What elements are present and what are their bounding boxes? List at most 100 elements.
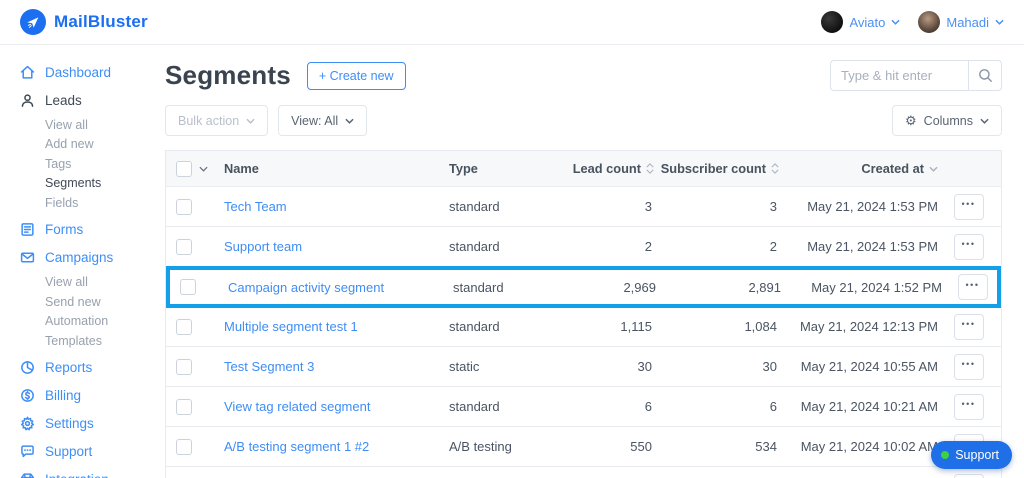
user-label: Mahadi <box>946 14 989 30</box>
main-content: Segments + Create new Bulk action View: … <box>165 45 1024 478</box>
create-new-button[interactable]: + Create new <box>306 61 406 90</box>
lead-count: 3 <box>644 199 652 214</box>
subscriber-count: 1,084 <box>744 319 777 334</box>
segment-link[interactable]: Support team <box>224 239 302 254</box>
row-actions-button[interactable]: ••• <box>953 353 984 380</box>
segment-link[interactable]: Tech Team <box>224 199 287 214</box>
brand-name: MailBluster <box>54 12 148 31</box>
table-row: Test Segment 3 static 30 30 May 21, 2024… <box>166 347 1001 387</box>
chevron-down-icon <box>980 118 989 124</box>
sidebar-item-forms[interactable]: Forms <box>20 216 165 244</box>
sort-icon <box>771 163 779 174</box>
sidebar-item-leads-tags[interactable]: Tags <box>20 154 165 174</box>
search-icon <box>978 69 992 82</box>
row-checkbox[interactable] <box>176 358 192 375</box>
table-row: A/B testing segment 1 #2 A/B testing 550… <box>166 427 1001 467</box>
chat-icon <box>21 445 34 458</box>
segment-link[interactable]: Test Segment 3 <box>224 359 314 374</box>
segment-link[interactable]: Campaign activity segment <box>228 280 384 295</box>
form-icon <box>21 223 34 236</box>
sidebar-item-leads-add-new[interactable]: Add new <box>20 135 165 155</box>
workspace-label: Aviato <box>849 14 886 30</box>
lead-count: 6 <box>644 399 652 414</box>
row-actions-button[interactable]: ••• <box>957 274 988 300</box>
created-at: May 21, 2024 10:21 AM <box>800 399 938 414</box>
table-row: Multiple segment test 1 standard 1,115 1… <box>166 307 1001 347</box>
row-checkbox[interactable] <box>176 398 192 415</box>
sidebar-item-leads[interactable]: Leads <box>20 86 165 114</box>
lead-count: 2 <box>644 239 652 254</box>
sidebar-item-reports[interactable]: Reports <box>20 354 165 382</box>
sidebar-item-billing[interactable]: Billing <box>20 382 165 410</box>
table-header-row: Name Type Lead count Subscriber count Cr… <box>166 151 1001 187</box>
row-actions-button[interactable]: ••• <box>953 193 984 220</box>
segment-link[interactable]: A/B testing segment 1 #2 <box>224 439 369 454</box>
support-chat-button[interactable]: Support <box>931 441 1012 469</box>
table-row: Tech Team standard 3 3 May 21, 2024 1:53… <box>166 187 1001 227</box>
row-actions-button[interactable]: ••• <box>953 233 984 260</box>
segment-type: standard <box>453 279 504 295</box>
gear-icon <box>20 416 35 431</box>
segment-link[interactable]: View tag related segment <box>224 399 370 414</box>
subscriber-count: 30 <box>762 359 777 374</box>
table-row-highlighted: Campaign activity segment standard 2,969… <box>166 266 1001 308</box>
sidebar-item-settings[interactable]: Settings <box>20 410 165 438</box>
sidebar-item-campaigns-send-new[interactable]: Send new <box>20 292 165 312</box>
segment-type: standard <box>449 319 500 334</box>
column-header-subscriber-count[interactable]: Subscriber count <box>654 161 779 176</box>
sidebar-item-integration[interactable]: Integration <box>20 466 165 478</box>
created-at: May 21, 2024 1:53 PM <box>807 199 938 214</box>
sidebar-item-campaigns[interactable]: Campaigns <box>20 244 165 272</box>
row-actions-button[interactable]: ••• <box>953 313 984 340</box>
home-icon <box>20 65 35 79</box>
segment-type: static <box>449 359 480 374</box>
column-header-name[interactable]: Name <box>214 161 444 176</box>
row-checkbox[interactable] <box>176 318 192 335</box>
subscriber-count: 6 <box>769 399 777 414</box>
row-checkbox[interactable] <box>176 238 192 255</box>
row-checkbox[interactable] <box>176 198 192 215</box>
user-menu[interactable]: Mahadi <box>918 11 1004 33</box>
pie-chart-icon <box>21 361 34 374</box>
lead-count: 2,969 <box>623 279 656 295</box>
sidebar-item-dashboard[interactable]: Dashboard <box>20 58 165 86</box>
sidebar-item-campaigns-view-all[interactable]: View all <box>20 273 165 293</box>
workspace-menu[interactable]: Aviato <box>821 11 900 33</box>
row-actions-button[interactable]: ••• <box>953 474 984 478</box>
sidebar-item-support[interactable]: Support <box>20 438 165 466</box>
view-filter-dropdown[interactable]: View: All <box>278 105 368 136</box>
sidebar-item-campaigns-templates[interactable]: Templates <box>20 331 165 351</box>
row-checkbox[interactable] <box>180 279 196 295</box>
subscriber-count: 3 <box>769 199 777 214</box>
column-header-lead-count[interactable]: Lead count <box>569 161 654 176</box>
sidebar-item-leads-view-all[interactable]: View all <box>20 115 165 135</box>
lead-count: 550 <box>630 439 652 454</box>
select-options-chevron-icon[interactable] <box>199 166 208 172</box>
search-input[interactable] <box>830 60 968 91</box>
column-header-created-at[interactable]: Created at <box>779 161 938 176</box>
row-actions-button[interactable]: ••• <box>953 393 984 420</box>
sort-icon <box>646 163 654 174</box>
column-header-type[interactable]: Type <box>444 161 569 176</box>
chevron-down-icon <box>995 19 1004 25</box>
subscriber-count: 2,891 <box>748 279 781 295</box>
dollar-icon <box>21 389 34 402</box>
sidebar-item-leads-fields[interactable]: Fields <box>20 193 165 213</box>
created-at: May 21, 2024 10:55 AM <box>800 359 938 374</box>
sidebar-item-leads-segments[interactable]: Segments <box>20 174 165 194</box>
page-title: Segments <box>165 60 291 90</box>
segment-link[interactable]: Multiple segment test 1 <box>224 319 358 334</box>
brand-logo[interactable]: MailBluster <box>20 9 148 35</box>
created-at: May 21, 2024 1:52 PM <box>811 279 942 295</box>
row-checkbox[interactable] <box>176 438 192 455</box>
columns-dropdown[interactable]: ⚙ Columns <box>892 105 1002 136</box>
bulk-action-dropdown[interactable]: Bulk action <box>165 105 269 136</box>
sidebar-item-campaigns-automation[interactable]: Automation <box>20 312 165 332</box>
chevron-down-icon <box>891 19 900 25</box>
table-row-partial: ••• <box>166 467 1001 478</box>
top-bar: MailBluster Aviato Mahadi <box>0 0 1024 45</box>
segment-type: standard <box>449 199 500 214</box>
search-button[interactable] <box>968 60 1002 91</box>
select-all-checkbox[interactable] <box>176 160 192 177</box>
person-icon <box>21 93 34 107</box>
